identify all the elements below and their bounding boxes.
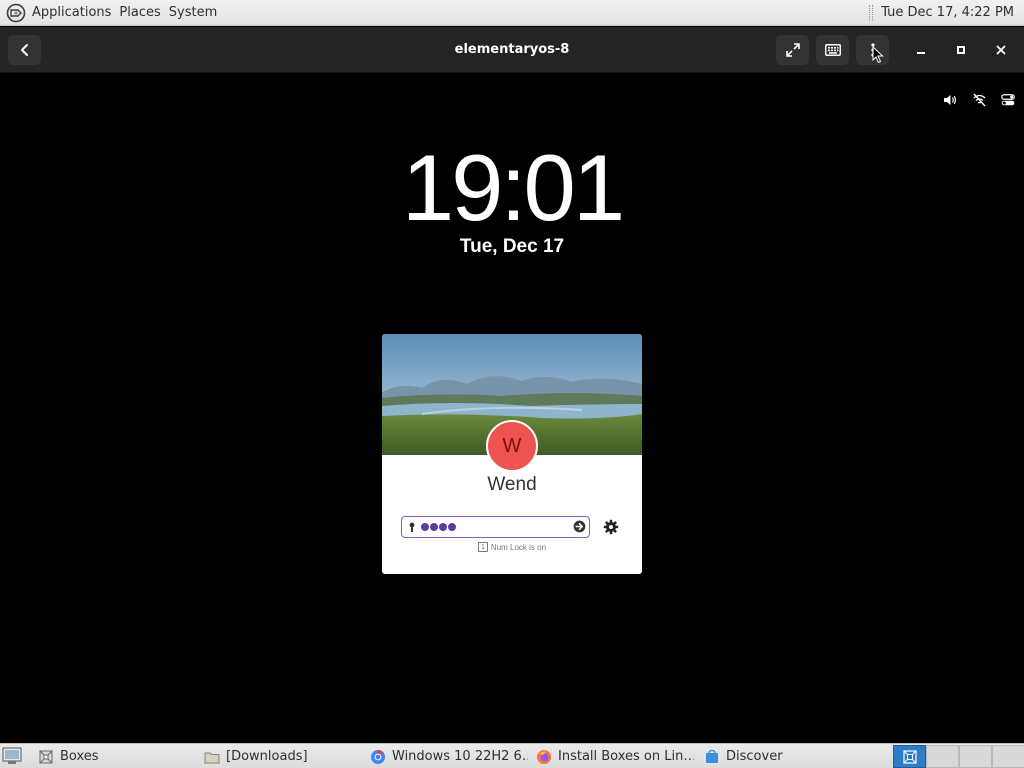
bottom-taskbar: Boxes [Downloads] Windows 10 22H2 6… Ins… <box>0 743 1024 768</box>
task-discover[interactable]: Discover <box>698 745 862 768</box>
task-label: Install Boxes on Lin… <box>558 749 694 764</box>
distro-logo-icon[interactable] <box>6 3 26 23</box>
panel-clock[interactable]: Tue Dec 17, 4:22 PM <box>881 5 1014 20</box>
workspace-switcher <box>893 745 1024 768</box>
vm-menu-button[interactable] <box>856 35 889 65</box>
boxes-app-icon <box>39 750 53 763</box>
maximize-icon <box>957 46 965 54</box>
password-dot <box>421 523 429 531</box>
chrome-icon <box>371 749 385 764</box>
key-icon <box>409 522 415 532</box>
places-menu[interactable]: Places <box>115 0 164 25</box>
workspace-3[interactable] <box>959 745 992 768</box>
fullscreen-icon <box>785 43 800 57</box>
guest-display[interactable]: 19:01 Tue, Dec 17 W Wend 1 Num Lock is o… <box>0 74 1024 742</box>
close-icon <box>996 45 1006 55</box>
keyboard-icon <box>824 44 841 56</box>
task-install-boxes[interactable]: Install Boxes on Lin… <box>530 745 694 768</box>
mouse-pointer-icon <box>872 46 884 64</box>
panel-menu: Applications Places System <box>0 0 221 25</box>
workspace-1[interactable] <box>893 745 926 768</box>
user-avatar[interactable]: W <box>486 420 538 472</box>
task-label: Boxes <box>60 749 99 764</box>
applications-menu[interactable]: Applications <box>28 0 115 25</box>
task-boxes[interactable]: Boxes <box>32 745 196 768</box>
workspace-4[interactable] <box>992 745 1024 768</box>
panel-clock-area: Tue Dec 17, 4:22 PM <box>869 0 1024 25</box>
close-window-button[interactable] <box>990 39 1012 61</box>
numlock-hint-text: Num Lock is on <box>490 542 547 552</box>
minimize-window-button[interactable] <box>910 39 932 61</box>
panel-drag-handle[interactable] <box>869 4 874 21</box>
task-label: Windows 10 22H2 6… <box>392 749 528 764</box>
back-button[interactable] <box>8 35 41 65</box>
lockscreen-indicators <box>942 92 1016 108</box>
discover-icon <box>706 749 718 763</box>
password-dot <box>448 523 456 531</box>
numlock-hint: 1 Num Lock is on <box>382 542 642 552</box>
show-desktop-icon[interactable] <box>2 747 22 765</box>
password-field[interactable] <box>401 516 590 538</box>
boxes-headerbar: elementaryos-8 <box>0 27 1024 73</box>
volume-icon[interactable] <box>942 92 958 108</box>
password-dots <box>421 523 456 531</box>
lockscreen-time: 19:01 <box>401 135 625 240</box>
task-windows-10[interactable]: Windows 10 22H2 6… <box>364 745 528 768</box>
firefox-icon <box>537 749 551 764</box>
toggle-settings-icon[interactable] <box>1000 92 1016 108</box>
workspace-2[interactable] <box>926 745 959 768</box>
system-menu[interactable]: System <box>165 0 221 25</box>
send-keys-button[interactable] <box>816 35 849 65</box>
network-disconnected-icon[interactable] <box>971 92 987 108</box>
fullscreen-button[interactable] <box>776 35 809 65</box>
task-label: [Downloads] <box>226 749 308 764</box>
password-dot <box>439 523 447 531</box>
submit-arrow-icon[interactable] <box>573 520 586 533</box>
user-name: Wend <box>487 474 537 495</box>
password-dot <box>430 523 438 531</box>
folder-icon <box>204 752 220 763</box>
top-panel: Applications Places System Tue Dec 17, 4… <box>0 0 1024 26</box>
back-arrow-icon <box>20 44 28 56</box>
minimize-icon <box>917 52 925 54</box>
boxes-app-icon <box>902 749 917 764</box>
task-downloads[interactable]: [Downloads] <box>198 745 360 768</box>
login-card[interactable]: W Wend 1 Num Lock is on <box>382 334 642 574</box>
numlock-icon: 1 <box>477 542 488 552</box>
task-label: Discover <box>726 749 783 764</box>
session-settings-gear-icon[interactable] <box>603 519 619 535</box>
lockscreen-date: Tue, Dec 17 <box>459 236 565 257</box>
maximize-window-button[interactable] <box>950 39 972 61</box>
